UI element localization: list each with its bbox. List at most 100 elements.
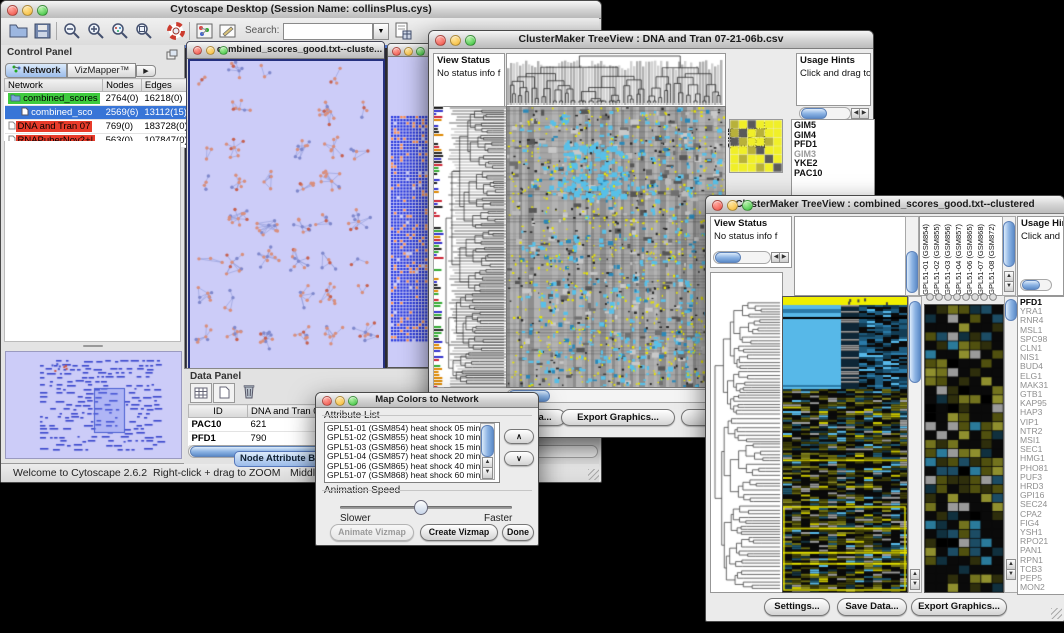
window-controls[interactable] xyxy=(322,396,358,406)
gene-label[interactable]: MON2 xyxy=(1020,583,1064,592)
network-canvas[interactable] xyxy=(190,61,379,365)
row-dendrogram-canvas[interactable] xyxy=(711,273,782,592)
zoom-button[interactable] xyxy=(219,46,228,55)
close-button[interactable] xyxy=(322,396,332,406)
minimize-button[interactable] xyxy=(404,47,413,56)
export-graphics-button[interactable]: Export Graphics... xyxy=(911,598,1007,616)
select-attributes-icon[interactable] xyxy=(190,383,212,403)
close-button[interactable] xyxy=(712,200,723,211)
save-session-icon[interactable] xyxy=(34,23,51,44)
dialog-titlebar[interactable]: Map Colors to Network xyxy=(316,393,538,408)
scrollbar-thumb[interactable] xyxy=(1022,280,1040,290)
zoom-button[interactable] xyxy=(742,200,753,211)
zoom-selected-icon[interactable] xyxy=(111,22,129,45)
minimize-button[interactable] xyxy=(450,35,461,46)
scrollbar-thumb[interactable] xyxy=(1003,221,1015,267)
attribute-item[interactable]: GPL51-07 (GSM868) heat shock 60 min xyxy=(327,471,497,480)
attribute-list-vscrollbar[interactable]: ▲ ▼ xyxy=(480,423,495,480)
scroll-down-arrow[interactable]: ▼ xyxy=(1004,281,1014,292)
tab-network[interactable]: Network xyxy=(5,63,67,78)
zoom-in-icon[interactable] xyxy=(87,22,105,45)
minimize-button[interactable] xyxy=(22,5,33,16)
create-vizmap-button[interactable]: Create Vizmap xyxy=(420,524,498,541)
scrollbar-thumb[interactable] xyxy=(481,425,494,457)
tv2-status-hscrollbar[interactable] xyxy=(713,251,771,264)
window-controls[interactable] xyxy=(712,200,753,211)
zoom-button[interactable] xyxy=(416,47,425,56)
network-view-window-2[interactable] xyxy=(387,43,433,368)
column-dendrogram-canvas[interactable] xyxy=(507,54,723,105)
zoom-out-icon[interactable] xyxy=(63,22,81,45)
tv2-column-dendrogram-pane[interactable] xyxy=(794,216,906,296)
move-up-button[interactable]: ∧ xyxy=(504,429,534,444)
network-row[interactable]: combined_scores 2764(0) 16218(0) xyxy=(5,92,191,106)
network-row-selected[interactable]: combined_sco 2569(6) 13112(15) xyxy=(5,106,191,120)
panel-splitter[interactable] xyxy=(4,343,181,349)
export-graphics-button[interactable]: Export Graphics... xyxy=(561,409,675,426)
network2-titlebar[interactable] xyxy=(388,44,432,57)
done-button[interactable]: Done xyxy=(502,524,534,541)
resize-grip[interactable] xyxy=(588,469,599,480)
network-window-titlebar[interactable]: combined_scores_good.txt--cluste... xyxy=(187,42,384,59)
float-panel-icon[interactable] xyxy=(166,47,178,65)
treeview1-titlebar[interactable]: ClusterMaker TreeView : DNA and Tran 07-… xyxy=(429,31,873,49)
import-table-icon[interactable] xyxy=(394,22,412,45)
zoom-button[interactable] xyxy=(348,396,358,406)
delete-attribute-icon[interactable] xyxy=(239,382,259,401)
scroll-down-arrow[interactable]: ▼ xyxy=(910,579,920,590)
scrollbar-thumb[interactable] xyxy=(909,301,921,383)
minimize-button[interactable] xyxy=(727,200,738,211)
tab-vizmapper[interactable]: VizMapper™ xyxy=(67,63,136,78)
main-titlebar[interactable]: Cytoscape Desktop (Session Name: collins… xyxy=(1,1,601,19)
tv1-column-dendrogram-pane[interactable] xyxy=(506,53,726,108)
scrollbar-thumb[interactable] xyxy=(801,108,827,119)
tv2-hints-hscrollbar[interactable] xyxy=(1020,279,1052,291)
search-dropdown-arrow[interactable]: ▼ xyxy=(373,23,389,40)
tabs-overflow-arrow[interactable]: ▶ xyxy=(136,65,155,77)
treeview2-titlebar[interactable]: ClusterMaker TreeView : combined_scores_… xyxy=(706,196,1064,214)
window-controls[interactable] xyxy=(392,47,425,56)
tv2-heatmap[interactable] xyxy=(782,296,908,593)
birdseye-view[interactable] xyxy=(5,351,182,459)
minimize-button[interactable] xyxy=(206,46,215,55)
row-label[interactable]: PAC10 xyxy=(794,169,872,179)
close-button[interactable] xyxy=(392,47,401,56)
animation-speed-slider-thumb[interactable] xyxy=(414,500,428,515)
search-input[interactable] xyxy=(283,23,373,40)
minimize-button[interactable] xyxy=(335,396,345,406)
tv2-row-dendrogram-pane[interactable] xyxy=(710,272,783,593)
tv1-heatmap[interactable] xyxy=(506,106,726,388)
new-attribute-icon[interactable] xyxy=(213,383,235,403)
save-data-button[interactable]: Save Data... xyxy=(837,598,907,616)
dense-network-canvas[interactable] xyxy=(390,114,430,346)
zoom-button[interactable] xyxy=(465,35,476,46)
animate-vizmap-button[interactable]: Animate Vizmap xyxy=(330,524,414,541)
zoom-button[interactable] xyxy=(37,5,48,16)
network-view-window[interactable]: combined_scores_good.txt--cluste... xyxy=(186,41,385,370)
resize-grip[interactable] xyxy=(1051,608,1062,619)
scrollbar-thumb[interactable] xyxy=(906,251,918,293)
row-dendrogram-canvas[interactable] xyxy=(444,107,506,387)
scroll-down-arrow[interactable]: ▼ xyxy=(1006,569,1016,580)
window-controls[interactable] xyxy=(193,46,228,55)
scroll-down-arrow[interactable]: ▼ xyxy=(482,467,493,479)
tv2-coldendro-vscrollbar[interactable] xyxy=(905,216,919,296)
move-down-button[interactable]: ∨ xyxy=(504,451,534,466)
tv2-heatmap-vscrollbar[interactable]: ▲ ▼ xyxy=(908,296,922,593)
close-button[interactable] xyxy=(7,5,18,16)
tv1-similarity-matrix[interactable] xyxy=(729,119,783,173)
tv2-collabels-vscrollbar[interactable]: ▲ ▼ xyxy=(1002,216,1016,296)
tv2-detail-vscrollbar[interactable]: ▲ ▼ xyxy=(1004,296,1018,593)
help-lifering-icon[interactable] xyxy=(167,22,185,45)
tv1-heatmap-hscrollbar[interactable] xyxy=(506,389,726,403)
window-controls[interactable] xyxy=(7,5,48,16)
scrollbar-thumb[interactable] xyxy=(715,252,741,263)
window-controls[interactable] xyxy=(435,35,476,46)
scroll-right-arrow[interactable]: ▶ xyxy=(859,108,869,119)
scroll-right-arrow[interactable]: ▶ xyxy=(779,252,789,263)
tv1-row-dendrogram-pane[interactable] xyxy=(444,106,507,388)
settings-button[interactable]: Settings... xyxy=(764,598,830,616)
scrollbar-thumb[interactable] xyxy=(1005,299,1017,321)
close-button[interactable] xyxy=(435,35,446,46)
open-session-icon[interactable] xyxy=(9,23,29,44)
